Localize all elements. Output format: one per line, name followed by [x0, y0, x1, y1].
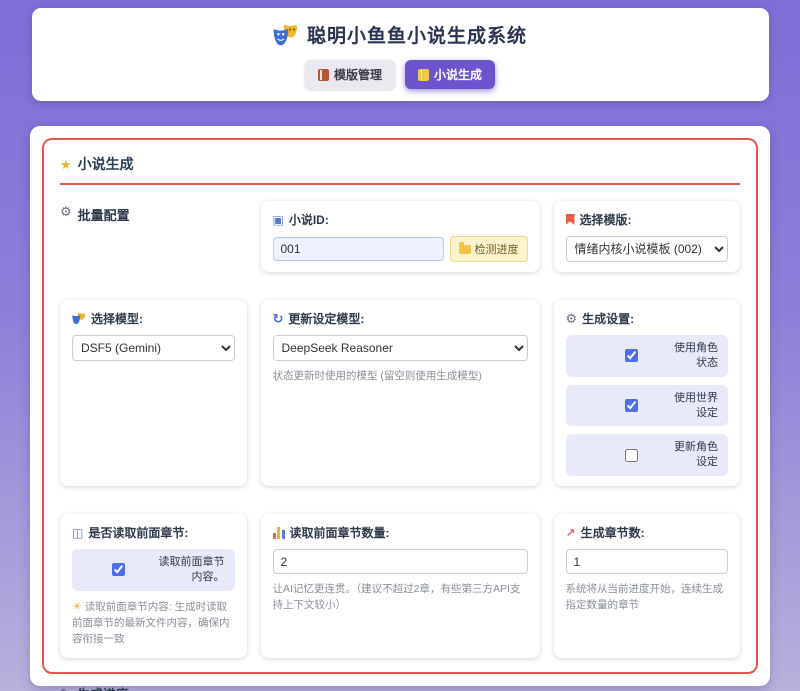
- bulb-icon: [72, 602, 82, 613]
- update-model-select[interactable]: DeepSeek Reasoner: [273, 335, 528, 361]
- theater-masks-icon: [273, 23, 299, 47]
- use-character-state-checkbox[interactable]: [625, 349, 638, 362]
- generation-settings-label: 生成设置:: [566, 310, 729, 327]
- read-previous-panel: 是否读取前面章节: 读取前面章节内容。 读取前面章节内容: 生成时读取前面章节的…: [60, 514, 247, 657]
- template-label: 选择模版:: [566, 211, 729, 228]
- read-count-help: 让AI记忆更连贯。（建议不超过2章，有些第三方API支持上下文较小）: [273, 581, 528, 614]
- bookmark-icon: [566, 214, 575, 225]
- main-card: 小说生成 批量配置 小说ID:: [30, 126, 770, 686]
- header-card: 聪明小鱼鱼小说生成系统 模版管理 小说生成: [32, 8, 769, 101]
- clipboard-icon: [273, 214, 284, 226]
- tab-novel-generation[interactable]: 小说生成: [405, 60, 495, 89]
- read-previous-help: 读取前面章节内容: 生成时读取前面章节的最新文件内容，确保内容衔接一致: [72, 599, 235, 648]
- chapter-count-help: 系统将从当前进度开始，连续生成指定数量的章节: [566, 581, 729, 614]
- chapter-count-panel: 生成章节数: 系统将从当前进度开始，连续生成指定数量的章节: [554, 514, 741, 657]
- page: 聪明小鱼鱼小说生成系统 模版管理 小说生成 小说生成 批: [0, 8, 800, 686]
- gear-icon: [566, 312, 578, 325]
- chart-up-icon: [566, 527, 576, 539]
- notebook-icon: [418, 69, 429, 81]
- theater-masks-icon: [72, 312, 86, 325]
- template-panel: 选择模版: 情绪内核小说模板 (002): [554, 201, 741, 272]
- open-book-icon: [72, 527, 83, 539]
- config-grid: 批量配置 小说ID: 检测进度: [60, 201, 740, 658]
- bar-chart-icon: [273, 527, 285, 539]
- template-select[interactable]: 情绪内核小说模板 (002): [566, 236, 729, 262]
- main-tabs: 模版管理 小说生成: [32, 60, 769, 89]
- option-use-world-setting: 使用世界设定: [566, 385, 729, 427]
- chapter-count-input[interactable]: [566, 549, 729, 574]
- read-previous-checkbox[interactable]: [112, 563, 125, 576]
- section-header: 小说生成: [60, 154, 740, 185]
- option-use-character-state: 使用角色状态: [566, 335, 729, 377]
- model-select[interactable]: DSF5 (Gemini): [72, 335, 235, 361]
- progress-section: 生成进度 等待开始... [16:00:17] 检测到小说 001，当前已生成 …: [60, 684, 740, 691]
- chapter-count-label: 生成章节数:: [566, 524, 729, 541]
- model-label: 选择模型:: [72, 310, 235, 327]
- model-panel: 选择模型: DSF5 (Gemini): [60, 300, 247, 486]
- progress-title: 生成进度: [60, 684, 740, 691]
- option-read-previous: 读取前面章节内容。: [72, 549, 235, 591]
- check-progress-button[interactable]: 检测进度: [450, 236, 528, 262]
- read-count-label: 读取前面章节数量:: [273, 524, 528, 541]
- tab-label: 模版管理: [334, 66, 382, 83]
- memo-icon: [60, 687, 71, 691]
- update-character-setting-checkbox[interactable]: [625, 449, 638, 462]
- generation-settings-panel: 生成设置: 使用角色状态 使用世界设定 更新角色设定: [554, 300, 741, 486]
- gear-icon: [60, 205, 72, 218]
- notebook-icon: [318, 69, 329, 81]
- sparkles-icon: [60, 157, 72, 171]
- novel-id-panel: 小说ID: 检测进度: [261, 201, 540, 272]
- refresh-icon: [273, 312, 284, 325]
- update-model-panel: 更新设定模型: DeepSeek Reasoner 状态更新时使用的模型 (留空…: [261, 300, 540, 486]
- read-previous-label: 是否读取前面章节:: [72, 524, 235, 541]
- tab-label: 小说生成: [434, 66, 482, 83]
- tab-template-management[interactable]: 模版管理: [305, 60, 395, 89]
- read-count-input[interactable]: [273, 549, 528, 574]
- novel-id-input[interactable]: [273, 237, 444, 261]
- read-count-panel: 读取前面章节数量: 让AI记忆更连贯。（建议不超过2章，有些第三方API支持上下…: [261, 514, 540, 657]
- option-update-character-setting: 更新角色设定: [566, 434, 729, 476]
- novel-generation-section: 小说生成 批量配置 小说ID:: [42, 138, 758, 674]
- update-model-help: 状态更新时使用的模型 (留空则使用生成模型): [273, 368, 528, 384]
- use-world-setting-checkbox[interactable]: [625, 399, 638, 412]
- section-title: 小说生成: [78, 154, 134, 174]
- app-title: 聪明小鱼鱼小说生成系统: [307, 21, 527, 48]
- batch-config-label: 批量配置: [60, 201, 247, 272]
- novel-id-label: 小说ID:: [273, 211, 528, 228]
- folder-icon: [459, 245, 471, 254]
- update-model-label: 更新设定模型:: [273, 310, 528, 327]
